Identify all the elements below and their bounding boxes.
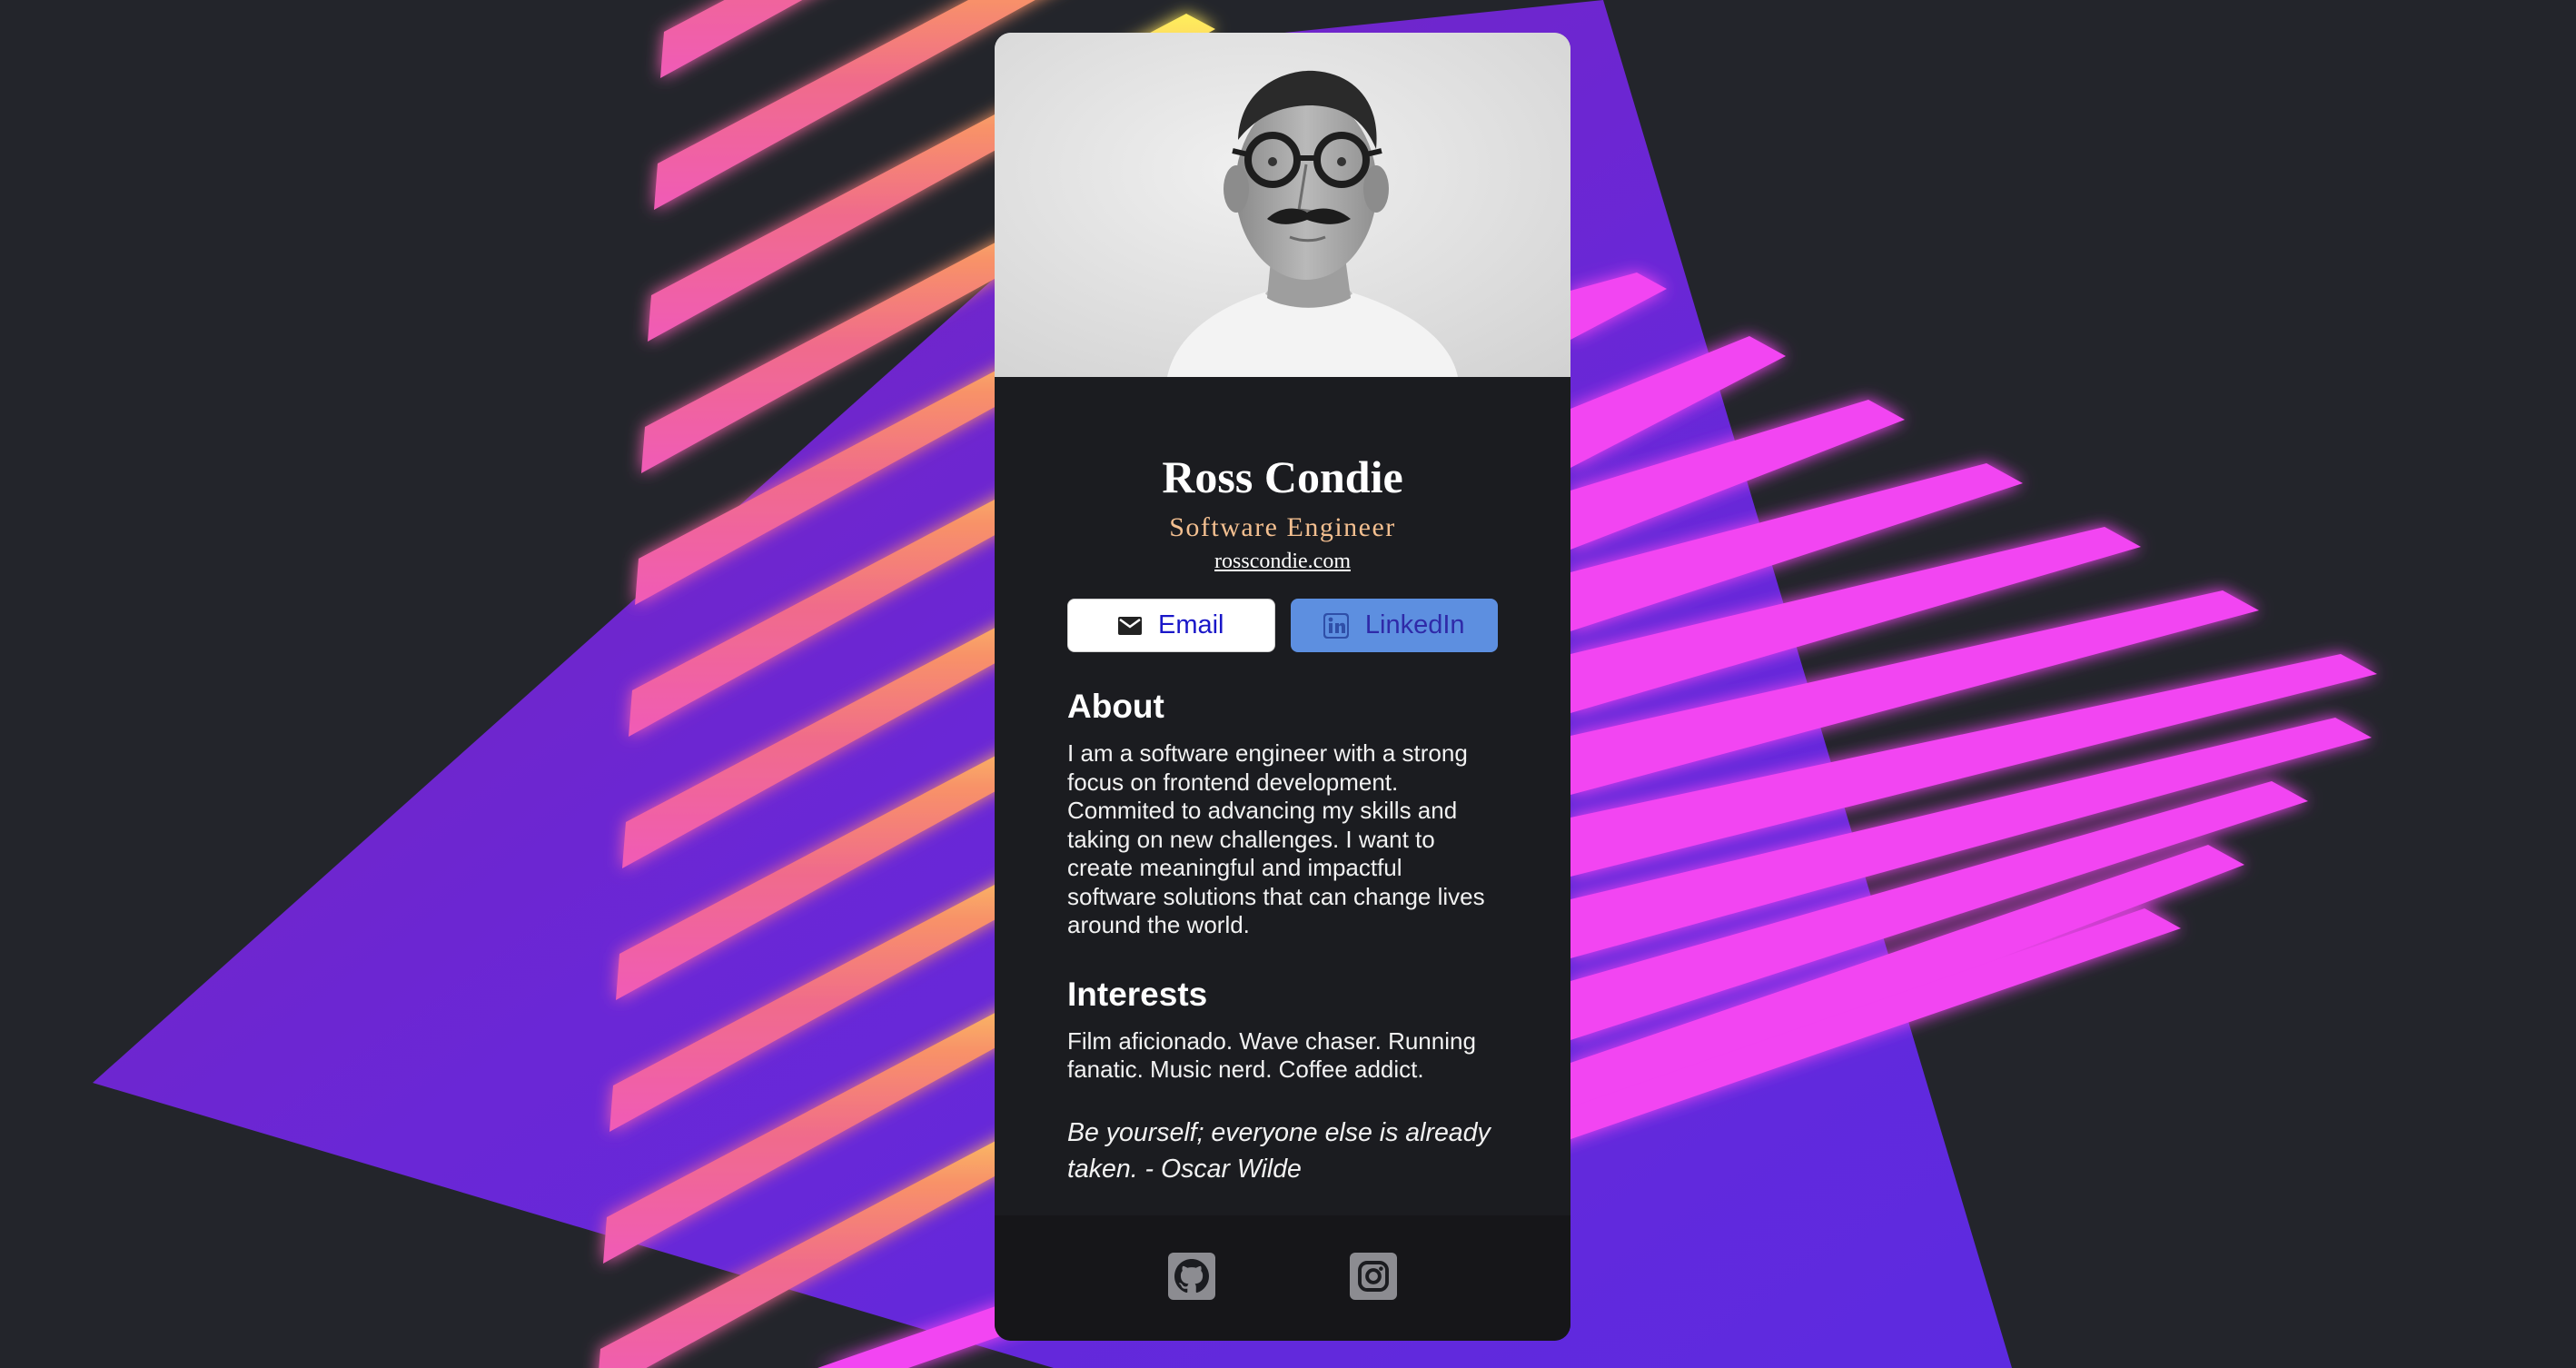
about-text: I am a software engineer with a strong f… — [1067, 739, 1485, 938]
profile-photo — [995, 33, 1570, 377]
website-link[interactable]: rosscondie.com — [1067, 548, 1498, 575]
profile-card: Ross Condie Software Engineer rosscondie… — [995, 33, 1570, 1341]
linkedin-button-label: LinkedIn — [1364, 610, 1465, 639]
profile-job-title: Software Engineer — [1169, 512, 1396, 542]
github-icon — [1174, 1259, 1209, 1294]
about-heading: About — [1067, 688, 1164, 725]
linkedin-icon — [1323, 612, 1349, 639]
portrait-image — [995, 33, 1570, 377]
card-footer — [995, 1215, 1570, 1341]
contact-buttons: Email LinkedIn — [1067, 599, 1498, 652]
email-button[interactable]: Email — [1067, 599, 1275, 652]
interests-text: Film aficionado. Wave chaser. Running fa… — [1067, 1026, 1476, 1084]
email-button-label: Email — [1157, 610, 1224, 639]
github-link[interactable] — [1168, 1253, 1215, 1300]
linkedin-button[interactable]: LinkedIn — [1290, 599, 1498, 652]
interests-heading: Interests — [1067, 975, 1208, 1013]
instagram-icon — [1358, 1261, 1389, 1292]
profile-content: Ross Condie Software Engineer rosscondie… — [1067, 377, 1498, 1187]
instagram-link[interactable] — [1350, 1253, 1397, 1300]
quote-text: Be yourself; everyone else is already ta… — [1067, 1117, 1491, 1184]
profile-name: Ross Condie — [1162, 451, 1403, 502]
envelope-icon — [1117, 616, 1142, 635]
